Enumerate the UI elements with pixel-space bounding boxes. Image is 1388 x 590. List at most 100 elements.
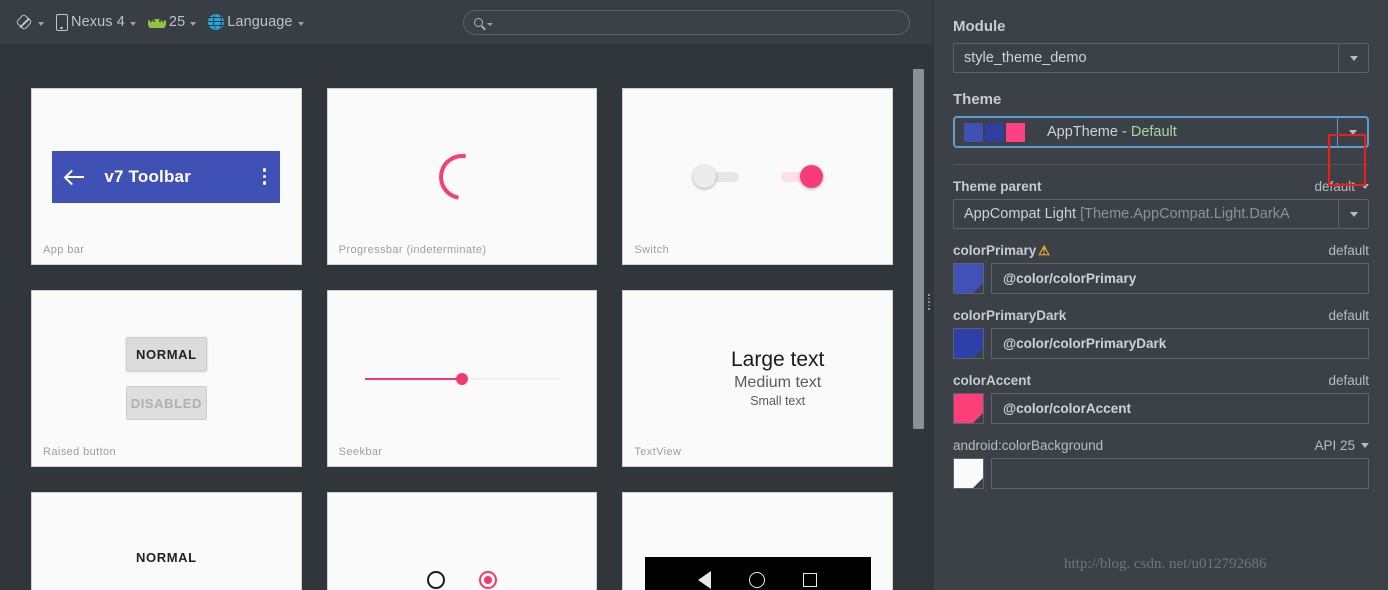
theme-value: AppTheme - Default [1037, 124, 1337, 140]
theme-attributes-panel: Module style_theme_demo Theme AppTheme -… [934, 0, 1388, 590]
attribute-row-colorBackground: android:colorBackground API 25 [953, 438, 1369, 453]
module-section-title: Module [953, 18, 1006, 35]
device-label: Nexus 4 [71, 14, 125, 30]
radio-group [427, 570, 497, 589]
raised-button-normal[interactable]: NORMAL [125, 337, 207, 371]
card-label: Progressbar (indeterminate) [338, 244, 487, 256]
chevron-down-icon [190, 22, 197, 26]
module-dropdown-arrow[interactable] [1338, 44, 1368, 72]
globe-icon [208, 14, 225, 30]
color-swatch-colorPrimaryDark[interactable] [953, 328, 984, 359]
attribute-value-colorAccent: @color/colorAccent [953, 393, 1369, 424]
attribute-value-colorPrimaryDark: @color/colorPrimaryDark [953, 328, 1369, 359]
device-selector[interactable]: Nexus 4 [50, 12, 142, 33]
search-input[interactable] [463, 10, 910, 35]
language-label: Language [227, 14, 293, 30]
flat-button-normal[interactable]: NORMAL [136, 542, 197, 572]
radio-checked[interactable] [479, 570, 497, 589]
preview-card-progressbar: Progressbar (indeterminate) [326, 88, 598, 265]
swatch-primary [964, 122, 983, 142]
card-label: Raised button [43, 446, 117, 458]
swatch-accent [1006, 122, 1025, 142]
nav-home-icon[interactable] [749, 571, 766, 588]
theme-editor-window: Nexus 4 25 Language v7 Toolbar App bar P… [0, 0, 1388, 590]
api-level-selector[interactable]: 25 [142, 12, 202, 32]
preview-card-seekbar: Seekbar [326, 290, 598, 467]
preview-card-radio-button [326, 492, 598, 590]
chevron-down-icon [129, 22, 136, 26]
card-label: Switch [634, 244, 670, 256]
color-value-field-colorBackground[interactable] [991, 458, 1369, 489]
theme-variant: Default [1130, 124, 1177, 140]
warning-icon: ⚠ [1038, 243, 1050, 258]
theme-parent-qualified-name: [Theme.AppCompat.Light.DarkA [1080, 206, 1290, 222]
theme-parent-label: Theme parent [953, 179, 1042, 194]
watermark-text: http://blog. csdn. net/u012792686 [1064, 556, 1267, 572]
v7-toolbar-preview: v7 Toolbar [52, 150, 281, 203]
theme-parent-value: AppCompat Light [Theme.AppCompat.Light.D… [954, 206, 1338, 222]
color-swatch-colorAccent[interactable] [953, 393, 984, 424]
system-navigation-bar [644, 557, 871, 590]
chevron-down-icon [487, 23, 493, 26]
card-content [623, 493, 892, 590]
theme-parent-dropdown-arrow[interactable] [1338, 200, 1368, 228]
color-swatch-colorPrimary[interactable] [953, 263, 984, 294]
color-value-field-colorPrimaryDark[interactable]: @color/colorPrimaryDark [991, 328, 1369, 359]
card-content: v7 Toolbar [32, 89, 301, 264]
card-content: Large text Medium text Small text [623, 291, 892, 466]
card-label: App bar [43, 244, 85, 256]
seekbar-thumb[interactable] [455, 372, 468, 385]
preview-card-grid: v7 Toolbar App bar Progressbar (indeterm… [31, 88, 894, 590]
theme-section-title: Theme [953, 91, 1002, 108]
seekbar[interactable] [364, 372, 560, 386]
theme-combobox[interactable]: AppTheme - Default [953, 116, 1369, 148]
color-swatch-colorBackground[interactable] [953, 458, 984, 489]
toolbar-title: v7 Toolbar [104, 166, 192, 186]
nav-recents-icon[interactable] [803, 572, 818, 587]
attribute-label-colorPrimaryDark: colorPrimaryDark [953, 308, 1067, 323]
theme-color-swatches [964, 122, 1025, 142]
overflow-menu-icon[interactable] [262, 168, 267, 185]
theme-dash: - [1121, 124, 1127, 140]
card-content [623, 89, 892, 264]
api-level-label: 25 [168, 14, 186, 30]
card-content [328, 493, 597, 590]
orientation-selector[interactable] [10, 12, 50, 33]
large-text: Large text [730, 348, 825, 372]
attribute-scope-colorBackground[interactable]: API 25 [1314, 438, 1369, 453]
switch-on[interactable] [775, 165, 823, 188]
chevron-down-icon [1349, 55, 1358, 61]
progress-spinner-icon [429, 144, 495, 209]
attribute-scope-colorAccent: default [1328, 373, 1369, 388]
color-value-field-colorPrimary[interactable]: @color/colorPrimary [991, 263, 1369, 294]
theme-parent-name: AppCompat Light [964, 206, 1077, 222]
module-combobox[interactable]: style_theme_demo [953, 43, 1369, 73]
switch-off[interactable] [692, 165, 741, 188]
switch-group [692, 165, 823, 188]
theme-parent-combobox[interactable]: AppCompat Light [Theme.AppCompat.Light.D… [953, 199, 1369, 229]
attribute-value-colorBackground [953, 458, 1369, 489]
search-icon [474, 18, 483, 27]
theme-preview-pane: v7 Toolbar App bar Progressbar (indeterm… [0, 44, 932, 590]
module-value: style_theme_demo [964, 50, 1087, 66]
color-value-field-colorAccent[interactable]: @color/colorAccent [991, 393, 1369, 424]
chevron-down-icon [297, 22, 304, 26]
medium-text: Medium text [734, 373, 822, 391]
swatch-primary-dark [985, 122, 1004, 142]
radio-unchecked[interactable] [427, 570, 445, 589]
card-content [328, 89, 597, 264]
attribute-scope-colorPrimary: default [1328, 243, 1369, 258]
language-selector[interactable]: Language [202, 12, 309, 32]
preview-row-2: NORMAL DISABLED Raised button Seekbar La… [31, 290, 894, 467]
attribute-value-colorPrimary: @color/colorPrimary [953, 263, 1369, 294]
preview-card-textview: Large text Medium text Small text TextVi… [622, 290, 894, 467]
chevron-down-icon [1349, 211, 1358, 217]
nav-back-icon[interactable] [698, 570, 712, 589]
raised-button-disabled: DISABLED [125, 386, 207, 420]
arrow-back-icon[interactable] [66, 167, 85, 186]
pane-splitter[interactable] [926, 44, 934, 590]
preview-vertical-scrollbar[interactable] [913, 69, 924, 429]
theme-parent-row: Theme parent default [953, 179, 1369, 194]
small-text: Small text [750, 393, 806, 408]
attribute-name: colorPrimary [953, 243, 1037, 258]
